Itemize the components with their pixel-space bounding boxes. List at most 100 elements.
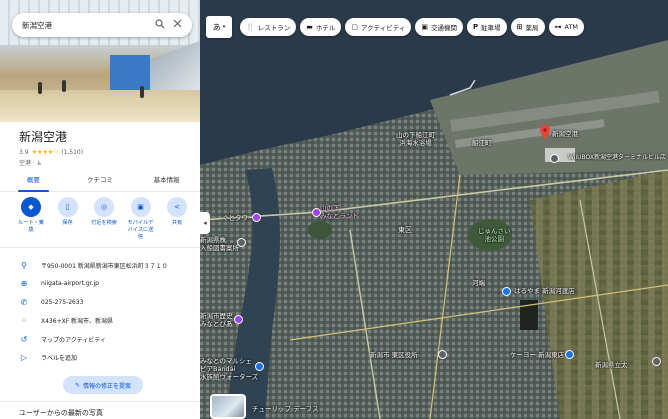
info-address[interactable]: ⚲ 〒950-0001 新潟県新潟市東区松浜町３７１０ <box>0 256 200 275</box>
map-label-tulip[interactable]: チューリップ デーフス <box>252 405 319 414</box>
info-phone[interactable]: ✆ 025-275-2633 <box>0 293 200 312</box>
chip-label: ホテル <box>315 24 336 32</box>
rating-row[interactable]: 3.9 ★★★★☆ (1,510) <box>19 148 83 156</box>
action-label: 共有 <box>171 220 183 226</box>
input-language-button[interactable]: あ ▾ <box>206 16 232 38</box>
train-icon: ▣ <box>421 23 428 31</box>
map-filter-chips: あ ▾ 🍴 レストラン ▬ ホテル ▢ アクティビティ ▣ 交通機関 P 駐車場… <box>206 16 585 38</box>
map-label-kawabata: 河端 <box>472 279 485 287</box>
chip-atm[interactable]: ⊶ ATM <box>548 18 585 36</box>
globe-icon: ⊕ <box>20 279 28 289</box>
review-count[interactable]: (1,510) <box>61 149 83 156</box>
chip-label: アクティビティ <box>360 24 406 32</box>
chip-restaurant[interactable]: 🍴 レストラン <box>240 18 297 36</box>
info-website[interactable]: ⊕ niigata-airport.gr.jp <box>0 275 200 294</box>
chip-label: 交通機関 <box>431 24 457 32</box>
action-label: ルート・乗 換 <box>18 220 44 233</box>
info-plus-code[interactable]: ⁘ X436+XF 新潟市、新潟県 <box>0 312 200 331</box>
search-input[interactable]: 新潟空港 <box>22 20 147 31</box>
hero-person <box>38 82 42 94</box>
chip-pharmacy[interactable]: ⊞ 薬局 <box>510 18 545 36</box>
pharmacy-icon: ⊞ <box>516 23 523 31</box>
tab-overview[interactable]: 概要 <box>0 170 67 192</box>
map-label-kanjo[interactable]: 新潟県株 入船図書案所 <box>200 236 239 253</box>
poi-library-icon[interactable] <box>237 238 246 247</box>
map-label-tower[interactable]: ぐとタワー <box>222 214 255 223</box>
chip-label: レストラン <box>257 24 291 32</box>
map-label-marche[interactable]: みなとのマルシェ ピアBandai 水族館ウォーターズ <box>200 357 258 381</box>
poi-landmark-icon[interactable] <box>312 208 321 217</box>
map-label-airport[interactable]: 新潟空港 <box>552 130 578 139</box>
poi-museum-icon[interactable] <box>234 315 243 324</box>
chevron-down-icon: ▾ <box>222 24 226 30</box>
map-label-wiiubox[interactable]: WiiUBOX新潟空港ターミナルビル店 <box>568 154 666 161</box>
chip-activity[interactable]: ▢ アクティビティ <box>345 18 412 36</box>
collapse-panel-button[interactable]: ◂ <box>200 212 210 234</box>
poi-haruyama-icon[interactable] <box>502 287 511 296</box>
nearby-button[interactable]: ◎ 付近を検索 <box>87 197 121 240</box>
place-title: 新潟空港 <box>19 130 68 144</box>
share-icon: < <box>167 197 187 217</box>
divider <box>0 401 200 402</box>
tab-reviews[interactable]: クチコミ <box>67 170 134 191</box>
map-label-yamanoshita[interactable]: 山の下船江町 浜海水浴場 <box>396 131 435 148</box>
save-button[interactable]: ▯ 保存 <box>51 197 85 240</box>
chip-transit[interactable]: ▣ 交通機関 <box>415 18 463 36</box>
chip-label: 駐車場 <box>481 24 501 32</box>
map-label-keiyo[interactable]: ケーヨー 新潟東店 <box>510 351 564 360</box>
info-add-label[interactable]: ▷ ラベルを追加 <box>0 349 200 368</box>
poi-shop-icon[interactable] <box>255 362 264 371</box>
tab-about[interactable]: 基本情報 <box>133 170 200 191</box>
map-label-junsai-park[interactable]: じゅんさい 池公園 <box>478 227 511 244</box>
action-label: 保存 <box>62 220 73 226</box>
map-label-haruyama[interactable]: はるやま 新潟河渡店 <box>514 287 575 296</box>
map-label-minatopia[interactable]: 新潟市歴史 みなとぴあ <box>200 312 233 329</box>
info-text: 〒950-0001 新潟県新潟市東区松浜町３７１０ <box>41 262 168 270</box>
directions-button[interactable]: ◆ ルート・乗 換 <box>14 197 48 240</box>
map-label-funae: 船江町 <box>472 139 492 147</box>
chip-label: ATM <box>564 23 579 31</box>
place-hero-photo[interactable]: 新潟空港 <box>0 0 200 122</box>
hero-person <box>140 86 144 98</box>
phone-icon: ▣ <box>130 197 151 217</box>
chip-parking[interactable]: P 駐車場 <box>467 18 507 36</box>
satellite-map[interactable]: 新潟空港 WiiUBOX新潟空港ターミナルビル店 山の下船江町 浜海水浴場 船江… <box>200 0 668 419</box>
info-text: マップのアクティビティ <box>41 336 106 344</box>
pencil-icon: ✎ <box>74 381 80 389</box>
parking-icon: P <box>473 23 479 31</box>
plus-code-icon: ⁘ <box>20 316 28 326</box>
info-text: X436+XF 新潟市、新潟県 <box>41 318 114 326</box>
location-pin-icon: ⚲ <box>21 260 27 270</box>
atm-icon: ⊶ <box>554 23 562 31</box>
search-box[interactable]: 新潟空港 <box>12 13 192 37</box>
map-label-east-ward: 東区 <box>398 226 412 234</box>
suggest-edit-label: 情報の修正を提案 <box>83 382 132 390</box>
phone-icon: ✆ <box>20 297 28 307</box>
history-icon: ↺ <box>20 334 28 344</box>
action-label: 付近を検索 <box>91 220 117 226</box>
poi-wiiubox-icon[interactable] <box>550 154 559 163</box>
send-to-phone-button[interactable]: ▣ モバイルデ バイスに送 信 <box>124 197 158 240</box>
suggest-edit-button[interactable]: ✎ 情報の修正を提案 <box>63 376 143 394</box>
map-label-landmark[interactable]: 山の下 みなとランド <box>320 204 359 221</box>
poi-office-icon[interactable] <box>438 350 447 359</box>
close-icon[interactable] <box>173 19 182 31</box>
action-label: モバイルデ バイスに送 信 <box>127 220 154 240</box>
poi-hospital-icon[interactable] <box>652 357 661 366</box>
chip-label: 薬局 <box>525 24 539 32</box>
red-pin-icon[interactable] <box>540 124 550 143</box>
hero-blue-sign <box>110 55 150 90</box>
poi-tower-icon[interactable] <box>252 213 261 222</box>
share-button[interactable]: < 共有 <box>160 197 194 240</box>
search-icon[interactable] <box>155 18 165 32</box>
map-label-east-ward-office[interactable]: 新潟市 東区役所 <box>370 351 418 360</box>
info-text: 025-275-2633 <box>41 298 84 306</box>
map-label-hospital[interactable]: 新潟県立太 <box>595 361 628 370</box>
info-map-activity[interactable]: ↺ マップのアクティビティ <box>0 330 200 349</box>
fork-knife-icon: 🍴 <box>246 23 255 31</box>
chevron-left-icon: ◂ <box>203 219 207 227</box>
layers-thumbnail-button[interactable] <box>210 394 246 419</box>
poi-store-icon[interactable] <box>565 350 574 359</box>
chip-hotel[interactable]: ▬ ホテル <box>300 18 342 36</box>
label-icon: ▷ <box>20 353 28 363</box>
